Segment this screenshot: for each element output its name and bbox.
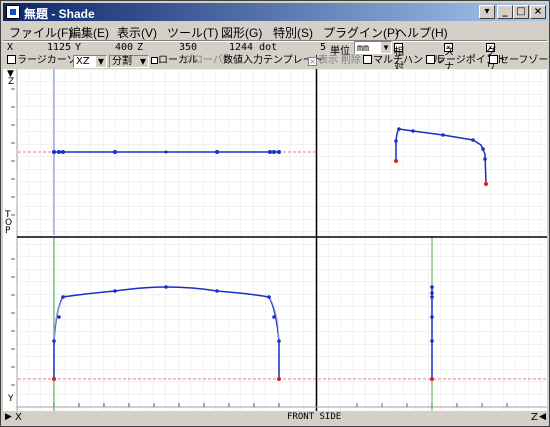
checkbox-icon [151,57,158,64]
dropdown-button[interactable]: ▾ [479,5,495,19]
top-view-label: TOP [5,210,13,236]
menu-special[interactable]: 特別(S) [273,24,313,41]
split-select[interactable]: 分割 ▼ [109,55,149,68]
z-label: Z [137,42,144,53]
endpoint-marker[interactable] [52,377,56,381]
viewport-canvas[interactable]: ▼ Z TOP Y [3,69,547,417]
maximize-button[interactable]: □ [513,5,529,19]
unit-select[interactable]: mm ▼ [354,41,392,54]
y-value: 400 [115,42,134,53]
close-button[interactable]: × [530,5,546,19]
y-axis-label: Y [8,394,14,404]
endpoint-marker[interactable] [277,377,281,381]
z-axis-label: Z [8,77,15,87]
chevron-down-icon: ▼ [138,56,148,67]
left-ruler [3,69,17,411]
minimize-button[interactable]: _ [497,5,513,19]
menu-plugin[interactable]: プラグイン(P) [323,24,399,41]
menu-shape[interactable]: 図形(G) [221,24,262,41]
split-select-value: 分割 [112,56,132,67]
app-window: 無題 - Shade ▾ _ □ × ファイル(F) 編集(E) 表示(V) ツ… [0,0,550,427]
view-toolbar: ラージカーソル XZ ▼ 分割 ▼ ローカル グローバル 数値入力 テンプレート… [3,55,550,69]
title-bar[interactable]: 無題 - Shade ▾ _ □ × [3,3,547,21]
show-label: 表示 [318,55,338,66]
x-axis-label: X [15,412,22,423]
checkbox-icon [489,55,498,64]
menu-view[interactable]: 表示(V) [117,24,157,41]
numeric-input-button[interactable]: 数値入力 [223,55,263,68]
app-icon[interactable] [6,5,20,19]
safe-zone-label: セーフゾーン [499,55,550,66]
z-direction-icon: ◀ [539,412,546,422]
dot-value: 1244 dot [229,42,278,53]
x-direction-icon: ▶ [5,412,12,422]
chevron-down-icon: ▼ [381,42,391,53]
show-toggle[interactable]: × 表示 [308,55,338,68]
menu-tools[interactable]: ツール(T) [167,24,218,41]
chevron-down-icon: ▼ [96,56,106,67]
menu-bar: ファイル(F) 編集(E) 表示(V) ツール(T) 図形(G) 特別(S) プ… [3,22,547,41]
status-bar: ▶ X FRONT SIDE Z ◀ [3,411,547,425]
delete-button[interactable]: 削除 [341,55,361,68]
front-side-label: FRONT SIDE [287,412,342,422]
checkbox-icon [7,55,16,64]
viewport-svg[interactable] [3,69,547,411]
menu-file[interactable]: ファイル(F) [9,24,72,41]
safe-zone-toggle[interactable]: セーフゾーン [489,55,550,68]
x-value: 1125 [47,42,72,53]
checkbox-icon [426,55,435,64]
menu-help[interactable]: ヘルプ(H) [395,24,448,41]
menu-edit[interactable]: 編集(E) [69,24,109,41]
x-label: X [7,42,14,53]
plane-select[interactable]: XZ ▼ [73,55,107,68]
plane-select-value: XZ [76,56,90,67]
view-bottom-left[interactable] [18,238,316,411]
view-top-right[interactable] [318,69,547,235]
checkbox-icon [363,55,372,64]
z-value: 350 [179,42,198,53]
endpoint-marker[interactable] [394,159,398,163]
endpoint-marker[interactable] [430,377,434,381]
unit-number: 5 [320,42,327,53]
window-title: 無題 - Shade [24,7,95,21]
checkbox-checked-icon: × [308,57,317,66]
z-axis-right-label: Z [531,412,538,423]
y-label: Y [75,42,82,53]
unit-select-value: mm [357,43,370,54]
endpoint-marker[interactable] [484,182,488,186]
coordinate-bar: X 1125 Y 400 Z 350 1244 dot 5 単位 mm ▼ 相対… [3,41,547,103]
